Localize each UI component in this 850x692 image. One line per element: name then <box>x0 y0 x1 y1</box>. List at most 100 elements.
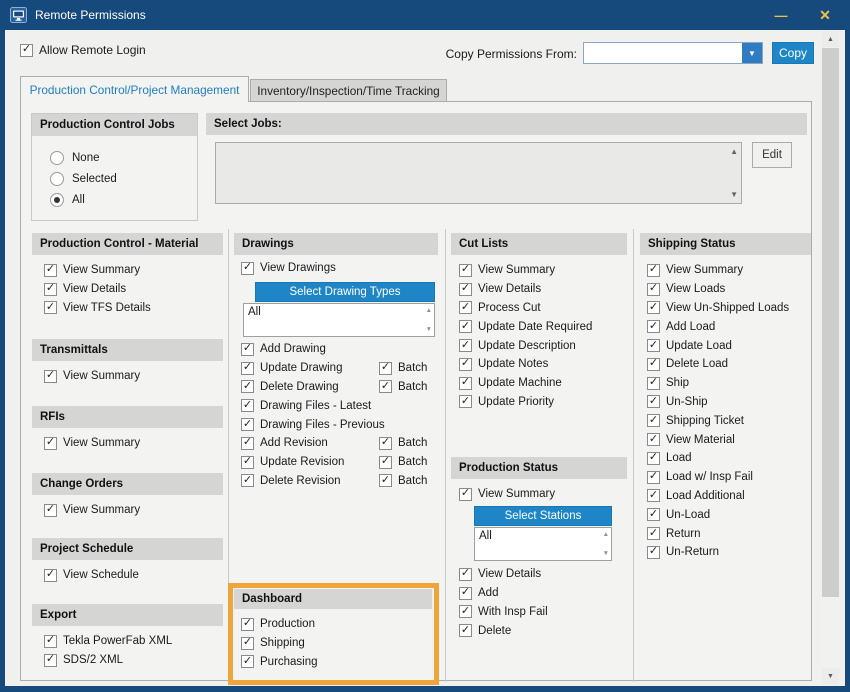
permission-row[interactable]: Un-Load <box>647 505 789 524</box>
radio-icon[interactable] <box>50 151 64 165</box>
checkbox-checked-icon[interactable] <box>241 456 254 469</box>
allow-remote-login-option[interactable]: Allow Remote Login <box>20 43 146 57</box>
scroll-down-icon[interactable]: ▼ <box>730 190 738 199</box>
chevron-down-icon[interactable]: ▼ <box>742 43 762 63</box>
permission-row[interactable]: Ship <box>647 374 789 393</box>
checkbox-checked-icon[interactable] <box>241 262 254 275</box>
permission-row[interactable]: SDS/2 XML <box>44 651 172 670</box>
checkbox-checked-icon[interactable] <box>459 605 472 618</box>
scrollbar-thumb[interactable] <box>822 48 839 597</box>
checkbox-checked-icon[interactable] <box>379 456 392 469</box>
permission-row[interactable]: Add Load <box>647 317 789 336</box>
permission-row[interactable]: View Schedule <box>44 566 139 585</box>
checkbox-checked-icon[interactable] <box>241 399 254 412</box>
checkbox-checked-icon[interactable] <box>459 264 472 277</box>
permission-row[interactable]: Update Priority <box>459 393 592 412</box>
permission-row[interactable]: View Details <box>459 280 592 299</box>
permission-row[interactable]: View Material <box>647 430 789 449</box>
checkbox-checked-icon[interactable] <box>459 488 472 501</box>
radio-icon[interactable] <box>50 172 64 186</box>
batch-option[interactable]: Batch <box>379 474 427 487</box>
permission-row[interactable]: Update Description <box>459 336 592 355</box>
checkbox-checked-icon[interactable] <box>647 527 660 540</box>
permission-row[interactable]: Un-Ship <box>647 393 789 412</box>
permission-row[interactable]: Tekla PowerFab XML <box>44 632 172 651</box>
checkbox-checked-icon[interactable] <box>647 546 660 559</box>
permission-row[interactable]: Add Revision Batch <box>241 434 441 453</box>
checkbox-checked-icon[interactable] <box>459 395 472 408</box>
permission-row[interactable]: Update Date Required <box>459 317 592 336</box>
stations-list[interactable]: All ▲▼ <box>474 527 612 561</box>
permission-row[interactable]: View Un-Shipped Loads <box>647 299 789 318</box>
permission-row[interactable]: Delete Revision Batch <box>241 472 441 491</box>
checkbox-checked-icon[interactable] <box>44 437 57 450</box>
batch-option[interactable]: Batch <box>379 456 427 469</box>
checkbox-checked-icon[interactable] <box>647 489 660 502</box>
copy-permissions-from-select[interactable]: ▼ <box>583 42 763 64</box>
permission-row[interactable]: Update Machine <box>459 374 592 393</box>
checkbox-checked-icon[interactable] <box>459 320 472 333</box>
vertical-scrollbar[interactable]: ▲ ▼ <box>822 31 839 684</box>
checkbox-checked-icon[interactable] <box>44 370 57 383</box>
permission-row[interactable]: Load w/ Insp Fail <box>647 468 789 487</box>
checkbox-checked-icon[interactable] <box>647 377 660 390</box>
checkbox-checked-icon[interactable] <box>44 504 57 517</box>
checkbox-checked-icon[interactable] <box>379 437 392 450</box>
permission-row[interactable]: Update Drawing Batch <box>241 359 441 378</box>
checkbox-checked-icon[interactable] <box>241 637 254 650</box>
permission-row[interactable]: Drawing Files - Previous <box>241 415 441 434</box>
select-stations-button[interactable]: Select Stations <box>474 506 612 526</box>
checkbox-checked-icon[interactable] <box>647 508 660 521</box>
permission-row[interactable]: View Summary <box>44 367 140 386</box>
checkbox-checked-icon[interactable] <box>647 264 660 277</box>
checkbox-checked-icon[interactable] <box>459 377 472 390</box>
mini-scroll-arrows[interactable]: ▲▼ <box>603 528 609 560</box>
checkbox-checked-icon[interactable] <box>44 283 57 296</box>
permission-row[interactable]: Return <box>647 524 789 543</box>
batch-option[interactable]: Batch <box>379 437 427 450</box>
checkbox-checked-icon[interactable] <box>647 471 660 484</box>
permission-row[interactable]: View Summary <box>44 434 140 453</box>
scroll-up-icon[interactable]: ▲ <box>730 147 738 156</box>
checkbox-checked-icon[interactable] <box>44 654 57 667</box>
checkbox-checked-icon[interactable] <box>647 395 660 408</box>
checkbox-checked-icon[interactable] <box>241 418 254 431</box>
select-drawing-types-button[interactable]: Select Drawing Types <box>255 282 435 302</box>
edit-button[interactable]: Edit <box>752 142 792 168</box>
permission-row[interactable]: Update Revision Batch <box>241 453 441 472</box>
checkbox-checked-icon[interactable] <box>241 655 254 668</box>
production-status-view-summary-row[interactable]: View Summary <box>459 485 555 504</box>
checkbox-checked-icon[interactable] <box>241 437 254 450</box>
permission-row[interactable]: Add Drawing <box>241 340 441 359</box>
checkbox-checked-icon[interactable] <box>44 264 57 277</box>
permission-row[interactable]: Delete Drawing Batch <box>241 378 441 397</box>
checkbox-checked-icon[interactable] <box>647 339 660 352</box>
minimize-icon[interactable]: — <box>764 0 798 30</box>
permission-row[interactable]: View Summary <box>459 261 592 280</box>
checkbox-checked-icon[interactable] <box>241 343 254 356</box>
checkbox-checked-icon[interactable] <box>20 44 33 57</box>
checkbox-checked-icon[interactable] <box>44 635 57 648</box>
permission-row[interactable]: Un-Return <box>647 543 789 562</box>
permission-row[interactable]: View Summary <box>44 501 140 520</box>
checkbox-checked-icon[interactable] <box>459 339 472 352</box>
select-jobs-list[interactable]: ▲ ▼ <box>215 142 742 204</box>
batch-option[interactable]: Batch <box>379 380 427 393</box>
drawing-types-list[interactable]: All ▲▼ <box>243 303 435 337</box>
checkbox-checked-icon[interactable] <box>44 301 57 314</box>
permission-row[interactable]: Load Additional <box>647 487 789 506</box>
permission-row[interactable]: Drawing Files - Latest <box>241 396 441 415</box>
permission-row[interactable]: Add <box>459 584 548 603</box>
checkbox-checked-icon[interactable] <box>459 358 472 371</box>
checkbox-checked-icon[interactable] <box>647 452 660 465</box>
checkbox-checked-icon[interactable] <box>459 568 472 581</box>
permission-row[interactable]: Update Notes <box>459 355 592 374</box>
checkbox-checked-icon[interactable] <box>459 283 472 296</box>
permission-row[interactable]: Update Load <box>647 336 789 355</box>
permission-row[interactable]: Delete <box>459 621 548 640</box>
checkbox-checked-icon[interactable] <box>647 433 660 446</box>
close-icon[interactable]: ✕ <box>808 0 842 30</box>
copy-button[interactable]: Copy <box>772 42 814 64</box>
scrollbar-down-icon[interactable]: ▼ <box>822 668 839 684</box>
tab-inventory-inspection-time-tracking[interactable]: Inventory/Inspection/Time Tracking <box>250 79 447 102</box>
